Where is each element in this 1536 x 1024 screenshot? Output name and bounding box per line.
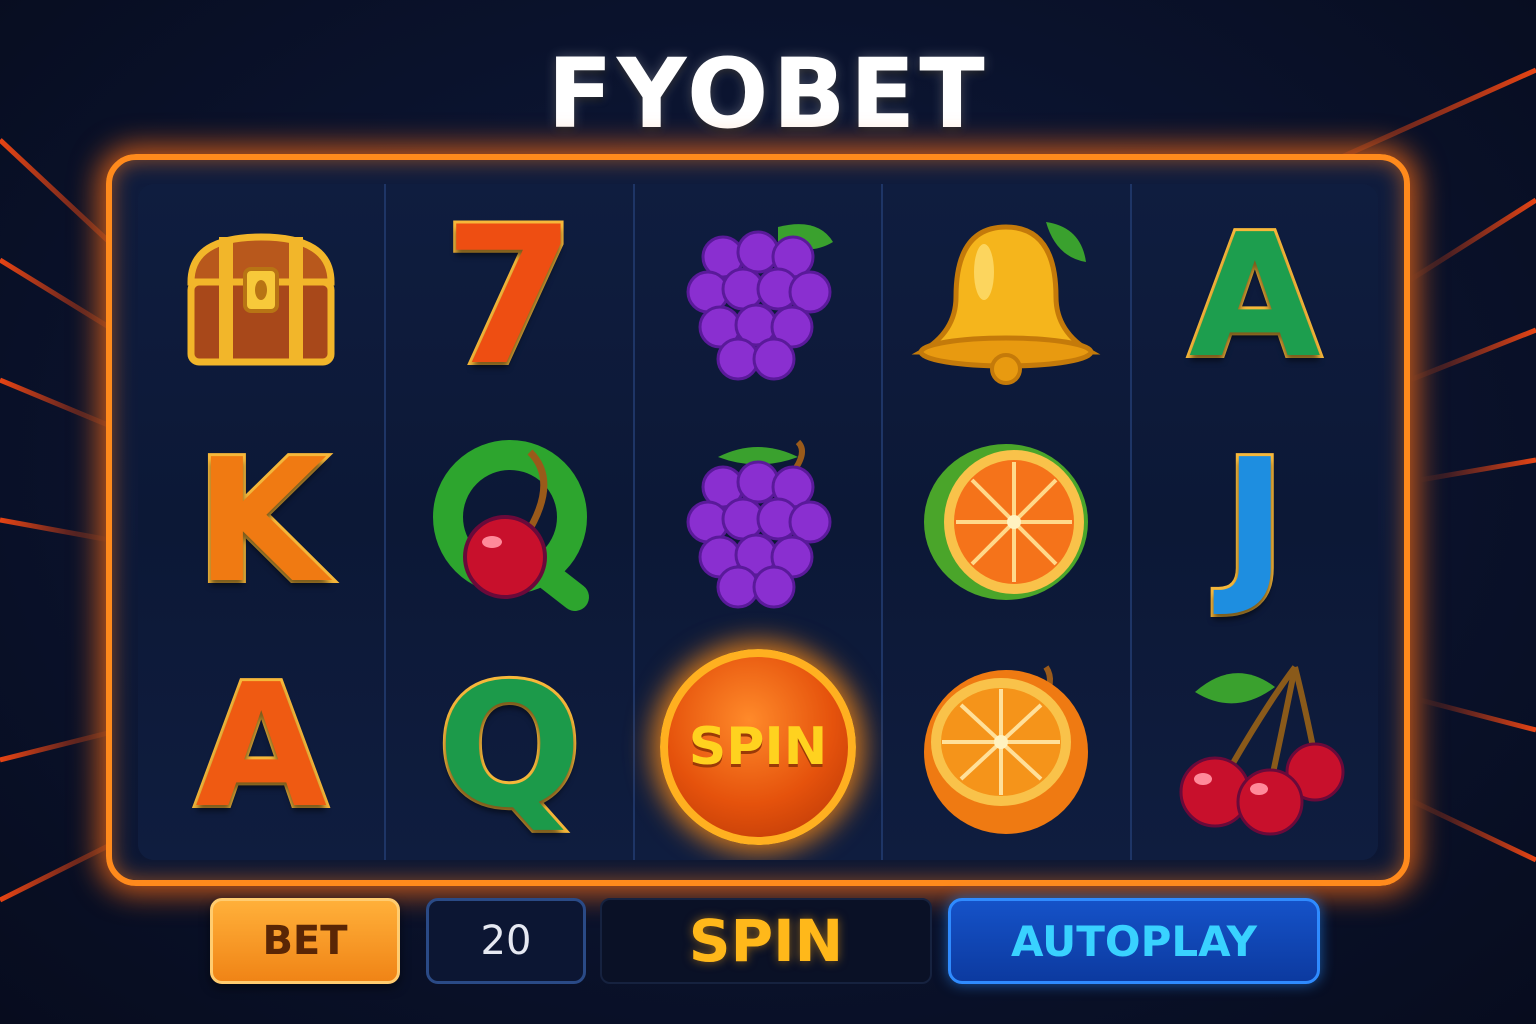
reel-cell <box>635 409 881 634</box>
reel-cell <box>883 184 1129 409</box>
orange-half-icon <box>924 443 1089 600</box>
reel-cell: Q <box>386 635 632 860</box>
reel-cell: SPIN <box>635 635 881 860</box>
game-title: FYOBET <box>547 38 989 150</box>
reels-grid: K A 7 Q SPIN A J <box>138 184 1378 860</box>
seven-symbol: 7 <box>440 185 578 407</box>
reel-cell: K <box>138 409 384 634</box>
slot-frame: K A 7 Q SPIN A J <box>106 154 1410 886</box>
reel-cell <box>883 635 1129 860</box>
letter-a-symbol: A <box>192 648 330 847</box>
bet-value-display: 20 <box>426 898 586 984</box>
reel-cell <box>1132 635 1378 860</box>
reel-cell <box>386 409 632 634</box>
treasure-chest-icon <box>187 233 335 366</box>
reel-cell: J <box>1132 409 1378 634</box>
reel-3: SPIN <box>634 184 884 860</box>
letter-j-symbol: J <box>1220 422 1289 621</box>
letter-q-symbol: Q <box>434 648 585 847</box>
spin-orb-button[interactable]: SPIN <box>660 649 857 846</box>
grapes-icon <box>686 439 832 609</box>
reel-cell <box>635 184 881 409</box>
q-cherry-icon <box>432 439 589 611</box>
reel-cell: 7 <box>386 184 632 409</box>
reel-2: 7 Q <box>386 184 635 860</box>
cherries-icon <box>1179 665 1345 836</box>
autoplay-button[interactable]: AUTOPLAY <box>948 898 1320 984</box>
reel-4 <box>883 184 1132 860</box>
spin-button[interactable]: SPIN <box>600 898 932 984</box>
spin-orb-label: SPIN <box>688 717 828 778</box>
reel-1: K A <box>138 184 387 860</box>
reel-5: A J <box>1131 184 1378 860</box>
reel-cell: A <box>1132 184 1378 409</box>
reel-cell: A <box>138 635 384 860</box>
bet-button[interactable]: BET <box>210 898 400 984</box>
grapes-icon <box>686 223 834 381</box>
letter-k-symbol: K <box>192 422 330 621</box>
letter-a-symbol: A <box>1186 197 1324 396</box>
reel-cell <box>883 409 1129 634</box>
reel-cell <box>138 184 384 409</box>
bell-icon <box>912 221 1101 385</box>
orange-icon <box>924 665 1089 835</box>
